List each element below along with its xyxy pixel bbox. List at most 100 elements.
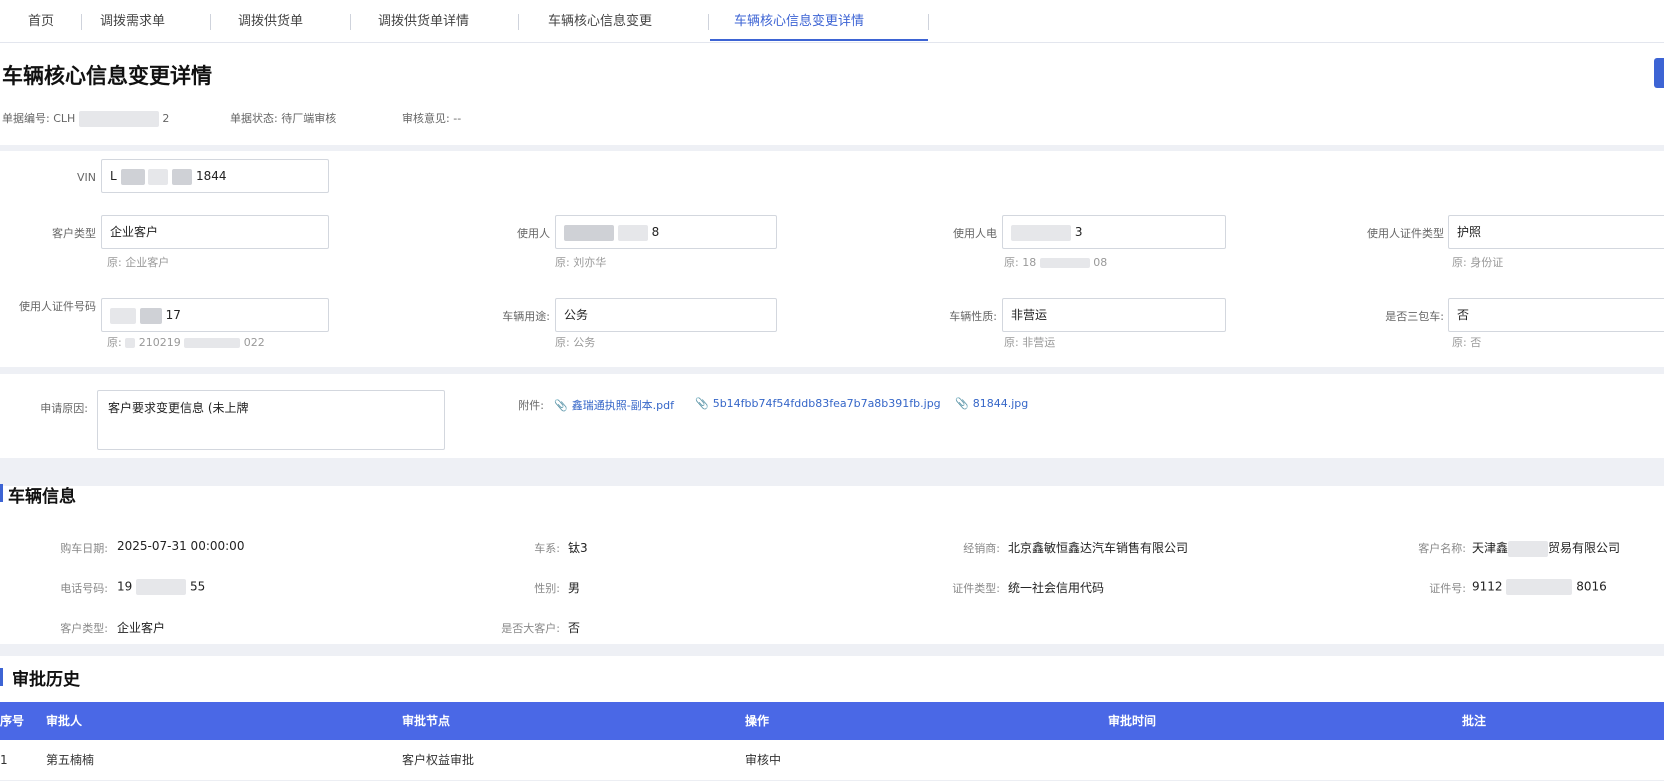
- paperclip-icon: 📎: [554, 399, 568, 412]
- vin-prefix: L: [110, 169, 117, 183]
- user-id-no-orig-suffix: 022: [243, 336, 265, 349]
- three-guarantee-label: 是否三包车:: [1385, 310, 1444, 323]
- user-name-input[interactable]: 8: [555, 215, 777, 249]
- tab-vehicle-core-change[interactable]: 车辆核心信息变更: [548, 0, 652, 42]
- column-header: 批注: [1462, 714, 1487, 728]
- bill-no: 单据编号: CLH 2: [2, 110, 169, 127]
- gender-value: 男: [568, 581, 581, 595]
- bill-status: 单据状态: 待厂端审核: [230, 110, 336, 126]
- tab-separator: [928, 14, 929, 30]
- attachment-name: 81844.jpg: [972, 397, 1029, 410]
- vehicle-nature-original: 原: 非营运: [1004, 336, 1056, 349]
- redacted-mask: [148, 168, 169, 185]
- redacted-mask: [139, 307, 162, 324]
- vehicle-use-label: 车辆用途:: [502, 310, 550, 323]
- tab-transfer-supply-detail[interactable]: 调拨供货单详情: [378, 0, 469, 42]
- redacted-mask: [617, 224, 648, 241]
- status-label: 单据状态:: [230, 112, 278, 125]
- attachment-link[interactable]: 📎 81844.jpg: [955, 397, 1028, 410]
- customer-name-prefix: 天津鑫: [1472, 541, 1509, 555]
- row-action: 审核中: [745, 753, 782, 767]
- section-accent-bar: [0, 484, 3, 502]
- column-header: 审批人: [46, 714, 83, 728]
- user-phone-label: 使用人电: [953, 227, 997, 240]
- redacted-mask: [78, 111, 159, 127]
- vehicle-use-input[interactable]: 公务: [555, 298, 777, 332]
- section-accent-bar: [0, 668, 3, 686]
- approval-table-header: 序号 审批人 审批节点 操作 审批时间 批注: [0, 702, 1664, 740]
- bill-no-suffix: 2: [162, 112, 170, 125]
- row-approver: 第五楠楠: [46, 753, 95, 767]
- change-form: VIN L 1844 客户类型 企业客户 原: 企业客户 使用人 8 原: 刘亦…: [0, 151, 1664, 367]
- attachment-link[interactable]: 📎 鑫瑞通执照-副本.pdf: [554, 397, 674, 413]
- user-id-no-orig-prefix: 原:: [107, 336, 122, 349]
- phone-label: 电话号码:: [60, 582, 108, 595]
- attachment-link[interactable]: 📎 5b14fbb74f54fddb83fea7b7a8b391fb.jpg: [695, 397, 941, 410]
- vin-label: VIN: [77, 171, 96, 184]
- customer-name-suffix: 贸易有限公司: [1548, 541, 1621, 555]
- phone-suffix: 55: [189, 579, 206, 594]
- id-no-prefix: 9112: [1472, 579, 1503, 594]
- user-id-no-input[interactable]: 17: [101, 298, 329, 332]
- customer-type-input[interactable]: 企业客户: [101, 215, 329, 249]
- customer-type-original: 原: 企业客户: [107, 256, 170, 269]
- user-name-suffix: 8: [651, 225, 660, 239]
- tab-separator: [210, 14, 211, 30]
- user-id-type-label: 使用人证件类型: [1367, 227, 1444, 240]
- user-id-type-original: 原: 身份证: [1452, 256, 1504, 269]
- phone-value: 19 55: [117, 579, 205, 595]
- column-header: 序号: [0, 714, 25, 728]
- bill-no-label: 单据编号:: [2, 112, 50, 125]
- tab-transfer-supply[interactable]: 调拨供货单: [238, 0, 303, 42]
- customer-type-label: 客户类型: [52, 227, 96, 240]
- page-title: 车辆核心信息变更详情: [2, 64, 212, 88]
- reason-label: 申请原因:: [40, 402, 88, 415]
- user-id-no-original: 原: 210219 022: [107, 334, 265, 350]
- column-header: 审批时间: [1108, 714, 1157, 728]
- tab-home[interactable]: 首页: [28, 0, 54, 42]
- reason-attachments-card: 申请原因: 客户要求变更信息 (未上牌: [0, 374, 1664, 458]
- vehicle-nature-input[interactable]: 非营运: [1002, 298, 1226, 332]
- big-customer-value: 否: [568, 621, 581, 635]
- dealer-label: 经销商:: [963, 542, 1000, 555]
- redacted-mask: [136, 579, 187, 595]
- redacted-mask: [1506, 579, 1573, 595]
- review-opinion: 审核意见: --: [402, 110, 461, 126]
- series-label: 车系:: [534, 542, 560, 555]
- header-action-button[interactable]: [1654, 58, 1664, 88]
- big-customer-label: 是否大客户:: [501, 622, 560, 635]
- dealer-value: 北京鑫敏恒鑫达汽车销售有限公司: [1008, 541, 1189, 555]
- tab-transfer-demand[interactable]: 调拨需求单: [100, 0, 165, 42]
- paperclip-icon: 📎: [955, 397, 969, 410]
- user-id-no-suffix: 17: [165, 308, 181, 322]
- reason-textarea[interactable]: 客户要求变更信息 (未上牌: [97, 390, 445, 450]
- user-phone-orig-prefix: 原: 18: [1004, 256, 1037, 269]
- purchase-date-label: 购车日期:: [60, 542, 108, 555]
- redacted-mask: [564, 224, 614, 241]
- vin-input[interactable]: L 1844: [101, 159, 329, 193]
- user-phone-input[interactable]: 3: [1002, 215, 1226, 249]
- attachment-name: 5b14fbb74f54fddb83fea7b7a8b391fb.jpg: [712, 397, 941, 410]
- approval-history-section: 审批历史: [0, 656, 1664, 702]
- customer-type-value: 企业客户: [117, 621, 166, 635]
- column-header: 操作: [745, 714, 770, 728]
- vehicle-use-original: 原: 公务: [555, 336, 596, 349]
- attachments-label: 附件:: [518, 399, 544, 412]
- three-guarantee-original: 原: 否: [1452, 336, 1482, 349]
- three-guarantee-input[interactable]: 否: [1448, 298, 1664, 332]
- tab-separator: [81, 14, 82, 30]
- tab-vehicle-core-change-detail[interactable]: 车辆核心信息变更详情: [734, 0, 864, 42]
- customer-type-label: 客户类型:: [60, 622, 108, 635]
- user-phone-orig-suffix: 08: [1093, 256, 1108, 269]
- vehicle-nature-label: 车辆性质:: [949, 310, 997, 323]
- user-id-type-input[interactable]: 护照: [1448, 215, 1664, 249]
- user-name-label: 使用人: [517, 227, 550, 240]
- tab-separator: [708, 14, 709, 30]
- user-id-no-orig-mid: 210219: [138, 336, 181, 349]
- page-header: 车辆核心信息变更详情 单据编号: CLH 2 单据状态: 待厂端审核 审核意见:…: [0, 43, 1664, 145]
- section-title: 车辆信息: [8, 487, 76, 507]
- redacted-mask: [184, 338, 241, 348]
- column-header: 审批节点: [402, 714, 451, 728]
- id-no-value: 9112 8016: [1472, 579, 1607, 595]
- tab-separator: [350, 14, 351, 30]
